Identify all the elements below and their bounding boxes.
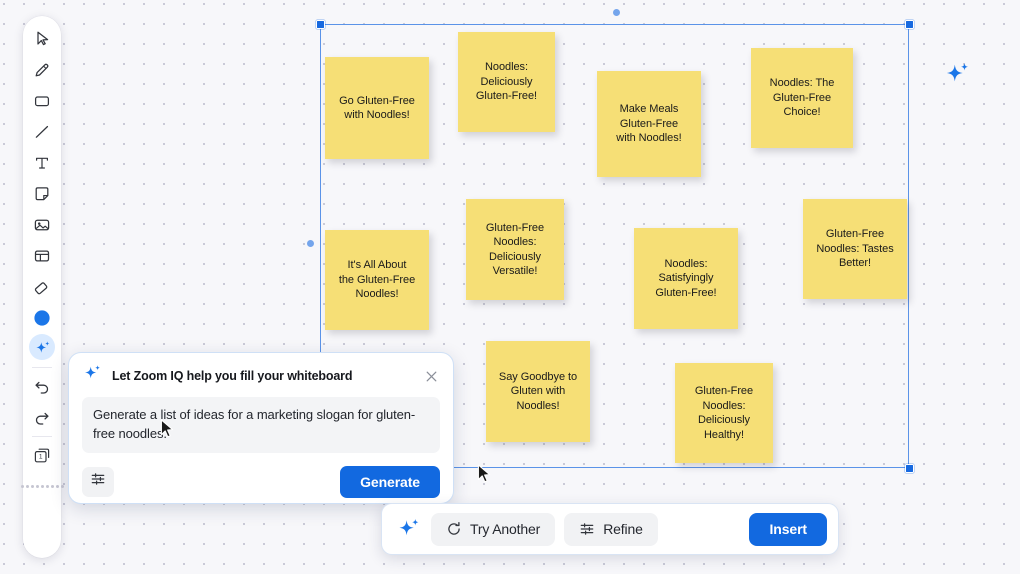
template-tool[interactable] xyxy=(26,240,58,271)
sparkle-icon xyxy=(943,63,972,93)
image-icon xyxy=(33,216,51,234)
pages-stack-icon: 1 xyxy=(32,446,52,466)
layout-icon xyxy=(33,247,51,265)
sticky-note[interactable]: It's All About the Gluten-Free Noodles! xyxy=(325,230,429,330)
sliders-icon xyxy=(579,521,595,537)
tool-rail: 1 xyxy=(20,16,64,558)
text-tool[interactable] xyxy=(26,147,58,178)
rectangle-icon xyxy=(33,92,51,110)
filled-circle-icon xyxy=(32,308,52,328)
shape-tool[interactable] xyxy=(26,85,58,116)
sticky-note[interactable]: Noodles: Deliciously Gluten-Free! xyxy=(458,32,555,132)
try-another-label: Try Another xyxy=(470,521,541,537)
pages-button[interactable]: 1 xyxy=(26,440,58,471)
resize-handle-middle-left[interactable] xyxy=(307,240,314,247)
tool-divider-1 xyxy=(32,367,52,368)
sticky-note-icon xyxy=(33,185,51,203)
sticky-note-tool[interactable] xyxy=(26,178,58,209)
zoom-iq-tool[interactable] xyxy=(26,333,58,364)
line-tool[interactable] xyxy=(26,116,58,147)
sliders-icon xyxy=(90,471,106,492)
eraser-icon xyxy=(33,278,51,296)
pen-tool[interactable] xyxy=(26,54,58,85)
tool-divider-2 xyxy=(32,436,52,437)
svg-text:1: 1 xyxy=(39,453,43,460)
more-button[interactable] xyxy=(20,471,64,502)
select-tool[interactable] xyxy=(26,23,58,54)
undo-arrow-icon xyxy=(33,378,51,396)
sticky-note[interactable]: Say Goodbye to Gluten with Noodles! xyxy=(486,341,590,442)
dialog-footer: Generate xyxy=(82,464,440,499)
ai-action-bar: Try Another Refine Insert xyxy=(381,503,839,555)
redo-arrow-icon xyxy=(33,409,51,427)
zoom-iq-prompt-dialog[interactable]: Let Zoom IQ help you fill your whiteboar… xyxy=(68,352,454,504)
sticky-note[interactable]: Gluten-Free Noodles: Deliciously Versati… xyxy=(466,199,564,300)
cursor-arrow-icon xyxy=(34,30,51,47)
sticky-note[interactable]: Gluten-Free Noodles: Tastes Better! xyxy=(803,199,907,299)
close-x-icon[interactable] xyxy=(422,367,440,385)
text-t-icon xyxy=(33,154,51,172)
whiteboard-canvas[interactable]: 1 Go Gluten-Free with Noodles! Noodles: D… xyxy=(0,0,1020,574)
line-icon xyxy=(33,123,51,141)
sticky-note[interactable]: Noodles: The Gluten-Free Choice! xyxy=(751,48,853,148)
sticky-note[interactable]: Go Gluten-Free with Noodles! xyxy=(325,57,429,159)
dialog-header: Let Zoom IQ help you fill your whiteboar… xyxy=(82,364,440,388)
redo-button[interactable] xyxy=(26,402,58,433)
resize-handle-top-left[interactable] xyxy=(315,19,325,29)
try-another-button[interactable]: Try Another xyxy=(431,512,556,546)
image-tool[interactable] xyxy=(26,209,58,240)
refine-button[interactable]: Refine xyxy=(564,512,658,546)
sticky-note[interactable]: Noodles: Satisfyingly Gluten-Free! xyxy=(634,228,738,329)
prompt-input[interactable]: Generate a list of ideas for a marketing… xyxy=(82,397,440,453)
prompt-settings-button[interactable] xyxy=(82,466,114,497)
undo-button[interactable] xyxy=(26,371,58,402)
grid-dots-icon xyxy=(20,485,64,488)
sticky-note[interactable]: Gluten-Free Noodles: Deliciously Healthy… xyxy=(675,363,773,463)
sparkle-icon xyxy=(33,339,52,358)
sparkle-icon xyxy=(396,516,422,542)
resize-handle-top-right[interactable] xyxy=(904,19,914,29)
canvas-sparkle-indicator[interactable] xyxy=(943,60,972,94)
eraser-tool[interactable] xyxy=(26,271,58,302)
pencil-icon xyxy=(33,61,51,79)
generate-button[interactable]: Generate xyxy=(340,465,440,498)
refine-label: Refine xyxy=(603,521,643,537)
color-tool[interactable] xyxy=(26,302,58,333)
resize-handle-bottom-right[interactable] xyxy=(904,463,914,473)
sparkle-icon xyxy=(82,363,103,389)
insert-button[interactable]: Insert xyxy=(749,512,827,546)
sticky-note[interactable]: Make Meals Gluten-Free with Noodles! xyxy=(597,71,701,177)
refresh-icon xyxy=(446,521,462,537)
resize-handle-top-center[interactable] xyxy=(613,9,620,16)
dialog-title: Let Zoom IQ help you fill your whiteboar… xyxy=(112,369,353,383)
